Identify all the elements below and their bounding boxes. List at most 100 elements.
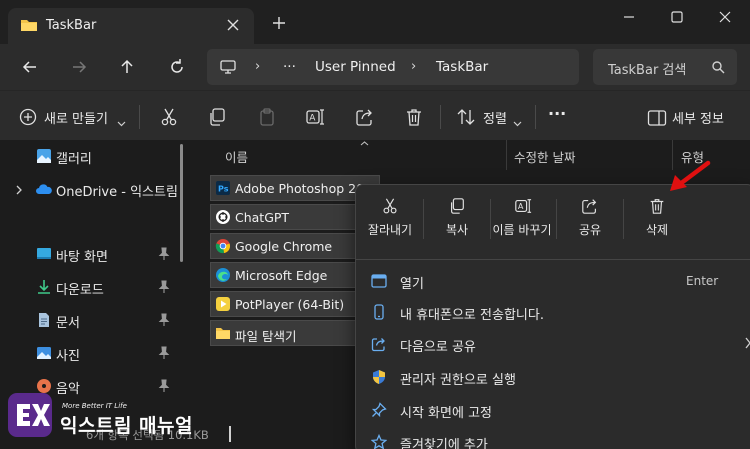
cut-label: 잘라내기	[367, 223, 413, 237]
breadcrumb-taskbar[interactable]: TaskBar	[436, 59, 488, 75]
copy-label: 복사	[445, 223, 469, 237]
paste-icon	[260, 108, 274, 126]
copy-icon[interactable]	[207, 106, 227, 128]
command-bar: 새로 만들기 A 정렬 ··· 세부 정보	[0, 90, 750, 140]
sidebar-item-label: 문서	[56, 316, 80, 331]
share-icon	[371, 338, 385, 352]
sidebar-item-gallery[interactable]: 갤러리	[0, 142, 180, 170]
minimize-icon[interactable]	[618, 6, 640, 28]
close-tab-icon[interactable]	[224, 16, 242, 34]
maximize-icon[interactable]	[666, 6, 688, 28]
breadcrumb-chevron-icon[interactable]: ›	[411, 59, 416, 74]
sidebar-item-downloads[interactable]: 다운로드	[0, 273, 180, 301]
share-button[interactable]: 공유	[558, 195, 622, 249]
close-window-icon[interactable]	[714, 6, 736, 28]
sort-button[interactable]: 정렬	[483, 108, 507, 127]
more-options-button[interactable]: ···	[548, 104, 566, 123]
open-icon	[371, 274, 387, 288]
chevron-down-icon[interactable]	[117, 113, 126, 135]
photoshop-icon: Ps	[216, 181, 230, 195]
annotation-arrow-icon	[670, 160, 711, 191]
tab-taskbar[interactable]: TaskBar	[8, 8, 254, 44]
document-icon	[39, 313, 49, 327]
up-icon[interactable]	[117, 57, 137, 77]
sidebar-item-desktop[interactable]: 바탕 화면	[0, 240, 180, 268]
menu-separator	[356, 259, 750, 260]
toolbar-divider	[535, 105, 536, 129]
menu-item-run-as-admin[interactable]: 관리자 권한으로 실행	[356, 362, 750, 392]
pin-icon[interactable]	[158, 346, 170, 360]
pin-icon[interactable]	[158, 379, 170, 393]
toolbar-divider	[139, 105, 140, 129]
file-name: Adobe Photoshop 202	[235, 181, 373, 196]
menu-item-add-to-favorites[interactable]: 즐겨찾기에 추가	[356, 427, 750, 449]
delete-icon	[650, 199, 664, 214]
rename-label: 이름 바꾸기	[492, 223, 552, 237]
new-tab-icon[interactable]	[270, 14, 288, 32]
chevron-down-icon[interactable]	[513, 113, 522, 135]
chevron-right-icon[interactable]	[15, 185, 23, 195]
share-icon[interactable]	[355, 106, 375, 128]
menu-item-pin-to-start[interactable]: 시작 화면에 고정	[356, 395, 750, 425]
brand-logo-icon	[17, 404, 50, 426]
breadcrumb-chevron-icon[interactable]: ›	[255, 59, 260, 74]
menu-item-share-with[interactable]: 다음으로 공유	[356, 329, 750, 359]
cut-icon	[383, 198, 397, 214]
delete-label: 삭제	[645, 223, 669, 237]
chrome-icon	[215, 239, 230, 254]
menu-item-label: 관리자 권한으로 실행	[400, 373, 516, 388]
search-input[interactable]: TaskBar 검색	[608, 59, 686, 78]
sidebar-item-label: 다운로드	[56, 283, 104, 298]
file-name: 파일 탐색기	[235, 329, 297, 344]
sidebar-scrollbar[interactable]	[180, 144, 183, 262]
quick-action-divider	[423, 199, 424, 239]
address-bar[interactable]: › ··· User Pinned › TaskBar	[207, 49, 579, 85]
brand-name: 익스트림 매뉴얼	[60, 415, 193, 437]
sidebar-item-pictures[interactable]: 사진	[0, 339, 180, 367]
new-button[interactable]: 새로 만들기	[44, 108, 108, 127]
menu-item-send-to-phone[interactable]: 내 휴대폰으로 전송합니다.	[356, 297, 750, 327]
column-header-name[interactable]: 이름	[225, 147, 248, 166]
column-divider[interactable]	[506, 140, 507, 170]
copy-button[interactable]: 복사	[425, 195, 489, 249]
delete-button[interactable]: 삭제	[625, 195, 689, 249]
share-label: 공유	[578, 223, 602, 237]
context-menu: 잘라내기 복사 A 이름 바꾸기 공유 삭제 열기 Enter 내 휴대폰으로 …	[355, 184, 750, 449]
delete-icon[interactable]	[404, 106, 424, 128]
back-icon[interactable]	[20, 57, 40, 77]
shield-icon	[373, 370, 385, 384]
toolbar-divider	[440, 105, 441, 129]
breadcrumb-more[interactable]: ···	[283, 59, 296, 75]
sidebar-item-onedrive[interactable]: OneDrive - 익스트림	[0, 175, 180, 203]
menu-item-label: 열기	[400, 277, 424, 292]
menu-item-label: 내 휴대폰으로 전송합니다.	[400, 308, 544, 323]
refresh-icon[interactable]	[167, 57, 187, 77]
search-box[interactable]: TaskBar 검색	[593, 49, 737, 85]
rename-button[interactable]: A 이름 바꾸기	[491, 195, 555, 249]
breadcrumb-user-pinned[interactable]: User Pinned	[315, 59, 396, 75]
sidebar-item-documents[interactable]: 문서	[0, 306, 180, 334]
pin-icon[interactable]	[158, 247, 170, 261]
this-pc-icon[interactable]	[219, 58, 237, 76]
file-name: Microsoft Edge	[235, 268, 328, 283]
quick-action-divider	[556, 199, 557, 239]
desktop-icon	[37, 248, 51, 259]
rename-icon[interactable]: A	[305, 106, 325, 128]
share-icon	[582, 199, 597, 214]
cut-icon[interactable]	[159, 106, 179, 128]
pin-icon[interactable]	[158, 280, 170, 294]
pin-icon[interactable]	[158, 313, 170, 327]
forward-icon[interactable]	[69, 57, 89, 77]
details-button[interactable]: 세부 정보	[672, 108, 724, 127]
menu-item-label: 다음으로 공유	[400, 340, 476, 355]
pin-icon	[371, 402, 387, 418]
menu-item-open[interactable]: 열기 Enter	[356, 266, 750, 296]
menu-item-label: 즐겨찾기에 추가	[400, 438, 488, 449]
details-pane-icon[interactable]	[647, 107, 667, 129]
new-icon[interactable]	[19, 106, 37, 128]
column-header-date-modified[interactable]: 수정한 날짜	[514, 147, 575, 166]
sort-icon[interactable]	[456, 106, 476, 128]
pictures-icon	[37, 347, 51, 359]
cut-button[interactable]: 잘라내기	[358, 195, 422, 249]
music-icon	[37, 379, 51, 393]
